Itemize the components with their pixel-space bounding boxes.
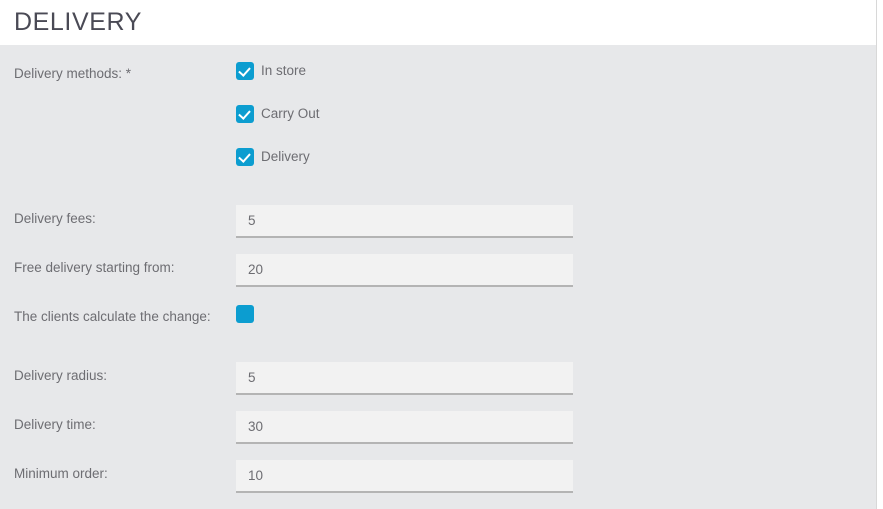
checkbox-row-carry-out[interactable]: Carry Out <box>236 105 320 123</box>
free-delivery-from-input[interactable] <box>236 254 573 287</box>
carry-out-label: Carry Out <box>261 106 320 121</box>
delivery-radius-label: Delivery radius: <box>14 368 108 383</box>
delivery-fees-label: Delivery fees: <box>14 211 96 226</box>
form-row-delivery-fees: Delivery fees: <box>0 205 876 245</box>
checkbox-row-clients-calculate-change[interactable] <box>236 305 254 323</box>
delivery-label: Delivery <box>261 149 310 164</box>
delivery-radius-input[interactable] <box>236 362 573 395</box>
form-row-free-delivery-from: Free delivery starting from: <box>0 254 876 294</box>
delivery-time-label: Delivery time: <box>14 417 96 432</box>
clients-calculate-change-label: The clients calculate the change: <box>14 309 211 324</box>
delivery-fees-input[interactable] <box>236 205 573 238</box>
checkbox-row-in-store[interactable]: In store <box>236 62 306 80</box>
in-store-checkbox[interactable] <box>236 62 254 80</box>
minimum-order-label: Minimum order: <box>14 466 108 481</box>
form-row-clients-calculate-change: The clients calculate the change: <box>0 303 876 353</box>
free-delivery-from-label: Free delivery starting from: <box>14 260 175 275</box>
minimum-order-input[interactable] <box>236 460 573 493</box>
page-title: DELIVERY <box>14 8 143 36</box>
form-row-minimum-order: Minimum order: <box>0 460 876 500</box>
form-row-delivery-radius: Delivery radius: <box>0 362 876 402</box>
page-header: DELIVERY <box>0 0 876 45</box>
delivery-settings-page: DELIVERY Delivery methods: * In store Ca… <box>0 0 883 509</box>
form-row-delivery-time: Delivery time: <box>0 411 876 451</box>
form-row-delivery-methods: Delivery methods: * In store Carry Out D… <box>0 62 876 192</box>
delivery-settings-panel: Delivery methods: * In store Carry Out D… <box>0 45 876 509</box>
clients-calculate-change-checkbox[interactable] <box>236 305 254 323</box>
carry-out-checkbox[interactable] <box>236 105 254 123</box>
delivery-checkbox[interactable] <box>236 148 254 166</box>
delivery-time-input[interactable] <box>236 411 573 444</box>
delivery-methods-label: Delivery methods: * <box>14 66 132 81</box>
right-edge-strip <box>876 0 883 509</box>
checkbox-row-delivery[interactable]: Delivery <box>236 148 310 166</box>
in-store-label: In store <box>261 63 307 78</box>
